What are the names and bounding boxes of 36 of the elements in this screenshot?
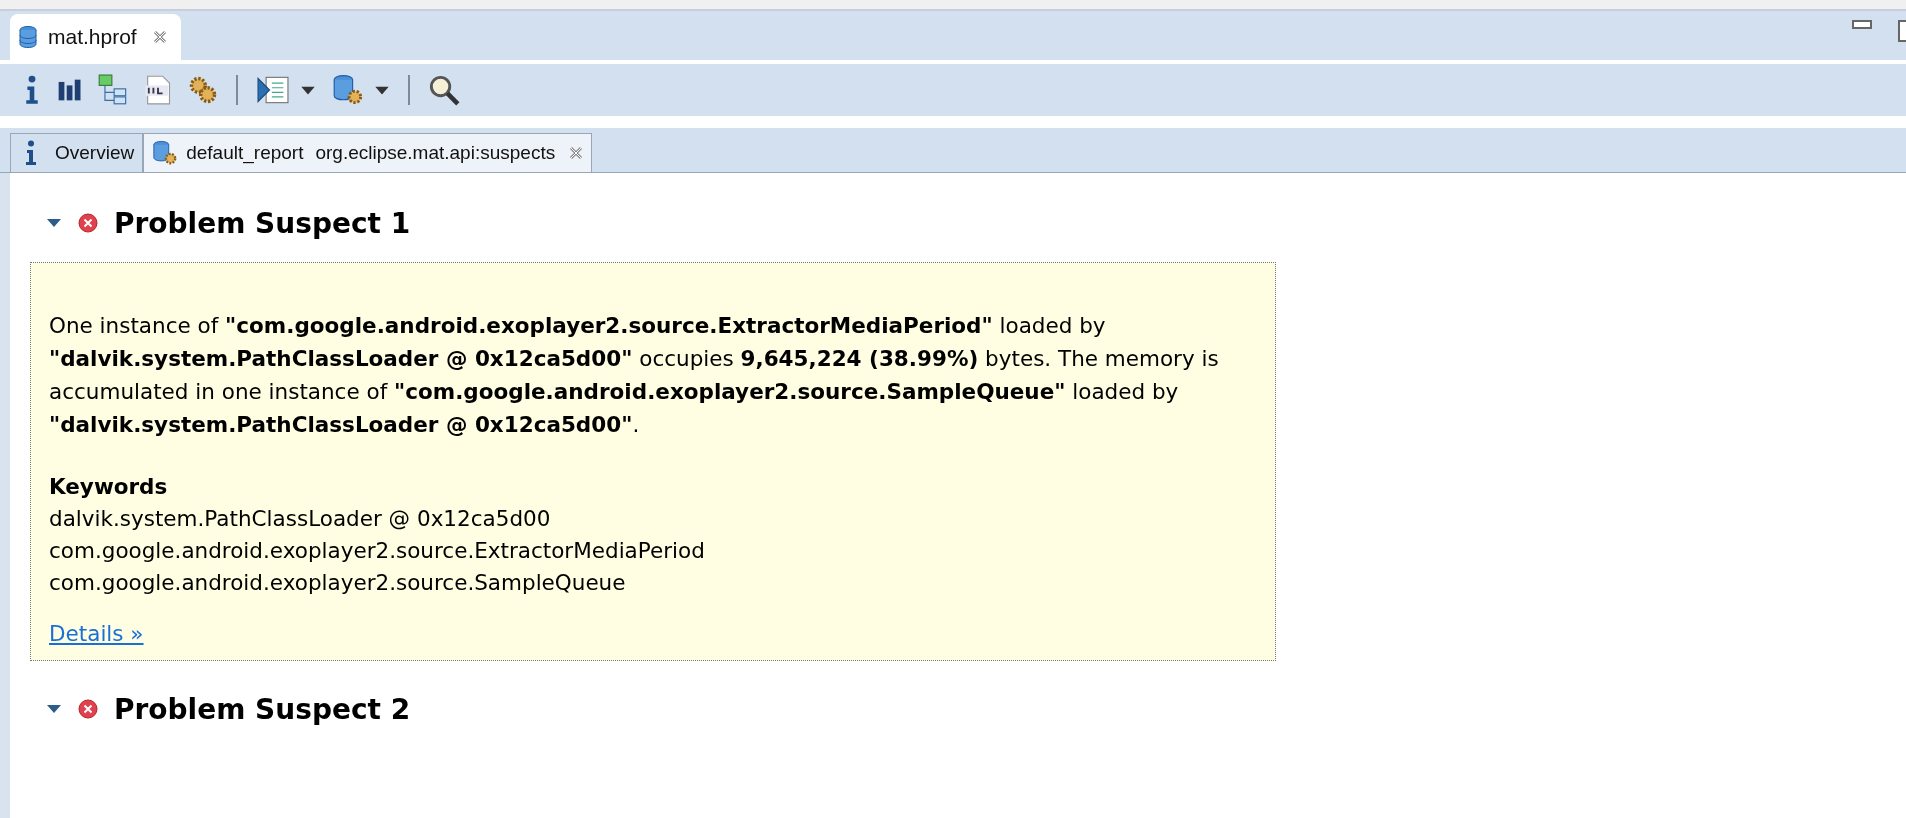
minimize-icon[interactable] bbox=[1852, 19, 1872, 30]
section-heading: Problem Suspect 1 bbox=[114, 206, 411, 240]
error-icon bbox=[78, 699, 98, 719]
caret-icon[interactable] bbox=[375, 85, 389, 95]
maximize-icon[interactable] bbox=[1898, 19, 1906, 42]
section-heading: Problem Suspect 2 bbox=[114, 692, 411, 726]
bar-chart-icon[interactable] bbox=[56, 77, 82, 103]
close-icon[interactable] bbox=[569, 146, 584, 160]
description-text: One instance of "com.google.android.exoplayer2.source.ExtractorMediaPeriod" loaded by "dalvik.system.PathClassLoader @ 0x12ca5d00" occupies 9,645,224 (38.99%) bytes. The memory is accumulated in one instance of "com.google.android.exoplayer2.source.SampleQueue" loaded by "dalvik.system.PathClassLoader @ 0x12ca5d00". bbox=[49, 312, 1220, 439]
caret-icon[interactable] bbox=[301, 85, 315, 95]
keywords-heading: Keywords bbox=[49, 473, 169, 501]
tab-label: Overview bbox=[55, 142, 135, 164]
tab-label: default_report bbox=[186, 142, 304, 164]
tab-detail: org.eclipse.mat.api:suspects bbox=[315, 142, 556, 164]
info-icon[interactable] bbox=[25, 75, 39, 105]
report-tab[interactable]: Overview bbox=[10, 133, 144, 172]
query-document-icon[interactable] bbox=[144, 75, 172, 105]
report-tab[interactable]: default_report org.eclipse.mat.api:suspects bbox=[143, 133, 593, 172]
database-gear-icon[interactable] bbox=[331, 73, 365, 107]
database-gear-icon bbox=[152, 139, 179, 167]
collapse-icon[interactable] bbox=[46, 704, 62, 714]
run-report-icon[interactable] bbox=[255, 75, 291, 105]
search-icon[interactable] bbox=[427, 73, 461, 107]
keyword-text: com.google.android.exoplayer2.source.ExtractorMediaPeriod bbox=[49, 537, 706, 565]
tree-icon[interactable] bbox=[98, 73, 128, 107]
gears-icon[interactable] bbox=[188, 75, 218, 105]
tab-label: mat.hprof bbox=[48, 25, 137, 49]
database-icon bbox=[18, 25, 38, 49]
keyword-text: com.google.android.exoplayer2.source.SampleQueue bbox=[49, 569, 627, 597]
editor-tab[interactable]: mat.hprof bbox=[10, 14, 181, 60]
keyword-text: dalvik.system.PathClassLoader @ 0x12ca5d00 bbox=[49, 505, 552, 533]
error-icon bbox=[78, 213, 98, 233]
close-icon[interactable] bbox=[152, 30, 167, 44]
collapse-icon[interactable] bbox=[46, 218, 62, 228]
details-link[interactable]: Details » bbox=[49, 621, 144, 646]
info-icon bbox=[25, 140, 37, 166]
